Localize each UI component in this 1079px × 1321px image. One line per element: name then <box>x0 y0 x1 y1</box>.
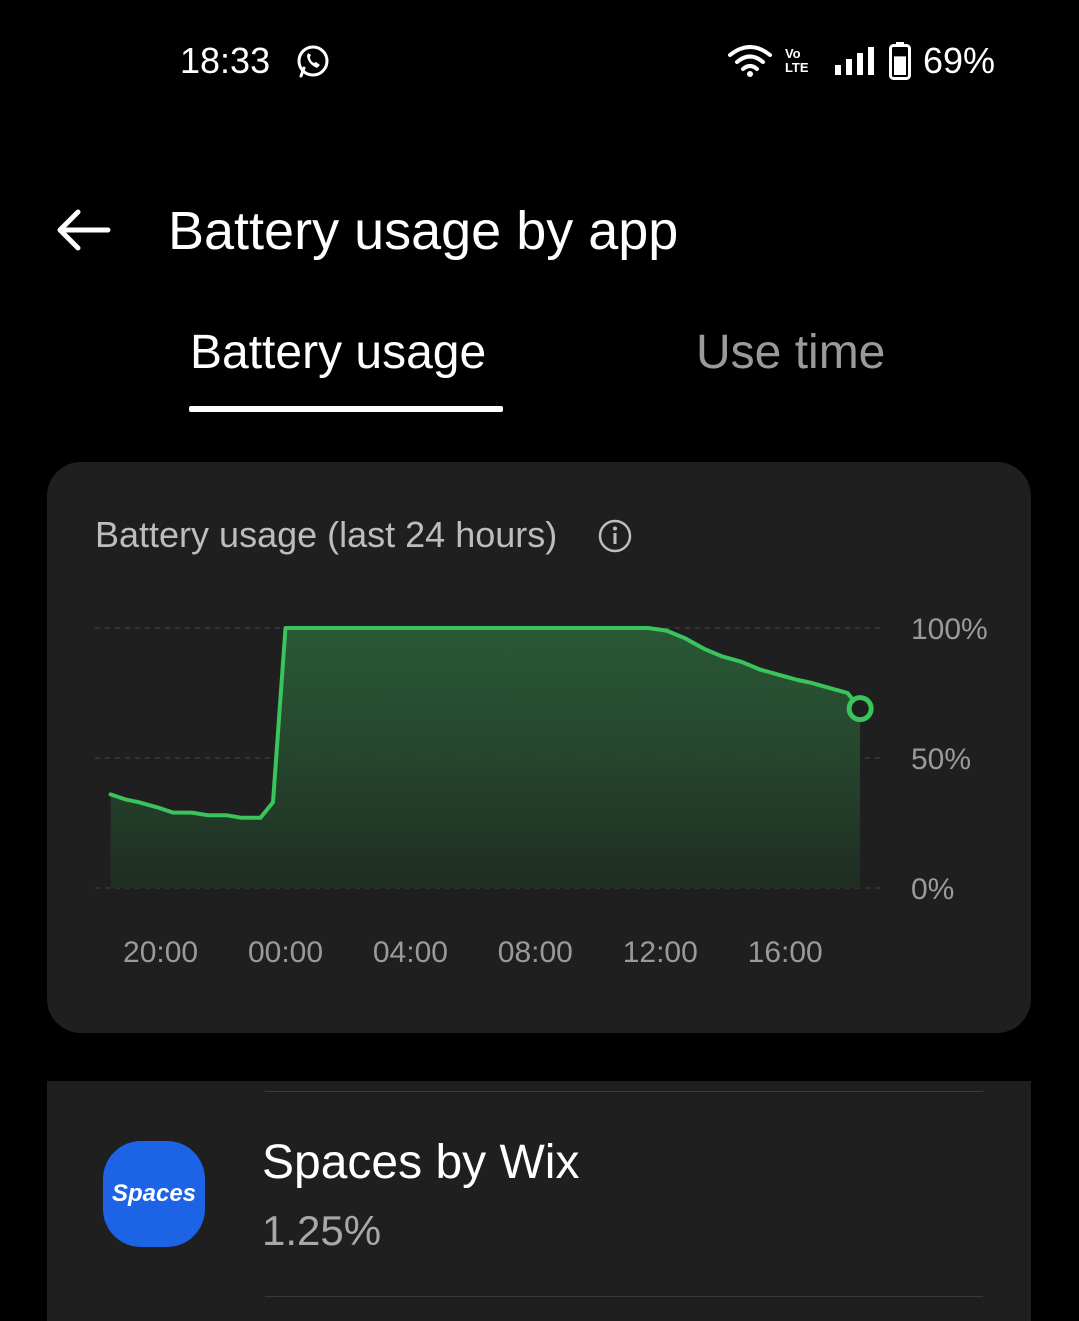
chart-area-fill <box>110 628 861 888</box>
signal-icon <box>834 47 874 75</box>
chart-x-tick-label: 16:00 <box>748 936 823 969</box>
whatsapp-icon <box>297 45 329 78</box>
chart-x-tick-label: 12:00 <box>623 936 698 969</box>
app-usage-percent: 1.25% <box>262 1207 382 1254</box>
chart-x-tick-label: 20:00 <box>123 936 198 969</box>
chart-y-tick-label: 50% <box>911 743 971 776</box>
app-name: Spaces by Wix <box>262 1136 580 1189</box>
chart-x-tick-label: 00:00 <box>248 936 323 969</box>
tab-battery-usage[interactable]: Battery usage <box>190 325 486 380</box>
app-icon-label: Spaces <box>111 1180 197 1207</box>
divider <box>265 1091 983 1092</box>
chart-y-tick-label: 0% <box>911 873 954 906</box>
battery-chart-card: Battery usage (last 24 hours) 100% 50% 0% … <box>47 462 1031 1033</box>
wifi-icon <box>727 45 772 77</box>
battery-icon <box>888 42 911 80</box>
back-arrow-icon[interactable] <box>52 200 114 260</box>
status-right-group: Vo LTE 69% <box>727 40 995 82</box>
volte-icon: Vo LTE <box>784 46 809 75</box>
tab-bar: Battery usage Use time <box>0 320 1079 420</box>
battery-percent: 69% <box>922 40 995 81</box>
list-item-spaces-by-wix[interactable]: Spaces Spaces by Wix 1.25% <box>47 1093 1031 1295</box>
divider <box>265 1296 983 1297</box>
battery-chart: 100% 50% 0% 20:00 00:00 04:00 08:00 12:00 16:00 <box>95 613 988 969</box>
tab-use-time[interactable]: Use time <box>696 325 885 380</box>
chart-y-tick-label: 100% <box>911 613 988 646</box>
app-list: Spaces Spaces by Wix 1.25% <box>47 1081 1031 1321</box>
app-bar: Battery usage by app <box>0 180 1079 280</box>
chart-current-point <box>846 695 874 723</box>
page-title: Battery usage by app <box>168 201 679 261</box>
chart-x-tick-label: 04:00 <box>373 936 448 969</box>
status-time: 18:33 <box>180 40 271 81</box>
tab-indicator <box>189 406 503 412</box>
chart-x-tick-label: 08:00 <box>498 936 573 969</box>
spaces-app-icon: Spaces <box>103 1141 205 1247</box>
status-bar: 18:33 Vo LTE 69% <box>0 0 1079 128</box>
